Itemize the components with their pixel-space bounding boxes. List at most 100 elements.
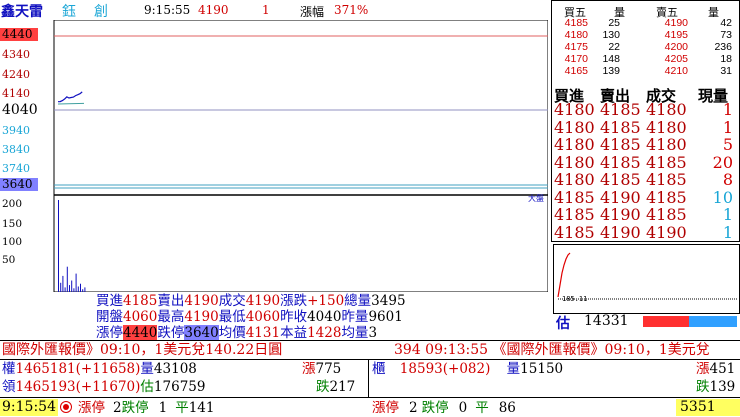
record-icon[interactable] xyxy=(60,401,72,413)
limit-stats-right: 漲停 2 跌停 0 平 86 xyxy=(372,400,516,416)
header-change-pct: 371% xyxy=(334,3,369,17)
trade-deal: 4185 xyxy=(646,170,687,189)
ticker-left: 國際外匯報價》09:10，1美元兌140.22日圓 xyxy=(2,342,283,358)
summary-value: 1428 xyxy=(307,325,342,341)
trade-bid: 4180 xyxy=(554,170,595,189)
summary-label: 開盤 xyxy=(96,309,123,325)
summary-value: 3495 xyxy=(371,293,406,309)
volume-bar xyxy=(71,280,73,292)
ob-bid-vol: 22 xyxy=(608,41,620,53)
trade-bid: 4180 xyxy=(554,135,595,154)
right-value-box: 5351 xyxy=(676,399,740,416)
lead-est-label: 估 xyxy=(140,379,154,395)
mini-index-chart[interactable]: 185.11 xyxy=(553,244,740,314)
volume-bar xyxy=(73,288,75,292)
summary-label: 成交 xyxy=(218,293,246,309)
board-label: 創 xyxy=(94,4,108,20)
lead-est: 176759 xyxy=(153,379,206,395)
volume-bar xyxy=(64,287,66,292)
volume-bar xyxy=(66,266,68,292)
trade-qty: 1 xyxy=(722,205,733,224)
trade-row: 4185 4190 4185 10 xyxy=(552,187,739,207)
limit-stats-left: 漲停 2跌停 1 平141 xyxy=(78,400,215,416)
price-line xyxy=(57,91,83,103)
taiex-vol: 43108 xyxy=(153,361,197,377)
trade-row: 4180 4185 4180 1 xyxy=(552,101,739,119)
summary-value: 4131 xyxy=(245,325,281,341)
summary-value: 4060 xyxy=(123,309,158,325)
tick-3940: 3940 xyxy=(2,124,30,137)
volume-bar xyxy=(69,285,70,292)
trade-deal: 4190 xyxy=(646,222,687,242)
taiex-vol-label: 量 xyxy=(140,361,154,377)
intraday-chart[interactable]: 4440 4340 4240 4140 4040 3940 3840 3740 … xyxy=(0,20,548,292)
summary-value: 4060 xyxy=(245,309,281,325)
volume-bar xyxy=(58,200,59,292)
summary-value: 4440 xyxy=(123,325,158,341)
volume-bar xyxy=(80,283,81,292)
trade-row: 4180 4185 4180 5 xyxy=(552,136,739,154)
tick-4340: 4340 xyxy=(2,48,30,61)
ob-bid-vol: 139 xyxy=(602,65,620,77)
summary-label: 跌停 xyxy=(157,325,185,341)
trade-deal: 4185 xyxy=(646,187,687,207)
taiex-change: (+11658) xyxy=(75,361,141,377)
summary-label: 本益 xyxy=(280,325,308,341)
summary-row-3: 漲停4440跌停3640均價4131本益1428均量3 xyxy=(96,325,377,341)
volume-bar xyxy=(75,273,77,292)
header-change-label: 漲幅 xyxy=(300,5,325,19)
otc-row: 櫃 18593(+082) 量15150 xyxy=(372,361,563,377)
stock-name[interactable]: 鑫天雷 xyxy=(1,1,43,21)
summary-value: 9601 xyxy=(368,309,403,325)
summary-label: 均量 xyxy=(341,325,369,341)
mini-chart-label: 185.11 xyxy=(562,295,588,303)
lead-change: (+11670) xyxy=(75,379,141,395)
estimate-label: 估 xyxy=(556,316,570,332)
summary-row-2: 開盤4060最高4190最低4060昨收4040昨量9601 xyxy=(96,309,403,325)
trade-deal: 4180 xyxy=(646,135,687,154)
ob-ask-price: 4200 xyxy=(664,41,688,53)
trade-qty: 20 xyxy=(712,152,733,172)
trade-ask: 4185 xyxy=(600,117,641,137)
header-price: 4190 xyxy=(198,3,229,17)
summary-label: 昨收 xyxy=(280,309,308,325)
trade-ask: 4190 xyxy=(600,187,641,207)
otc-up: 漲451 xyxy=(696,361,736,377)
summary-value: 4040 xyxy=(307,309,342,325)
summary-value: 4185 xyxy=(123,293,158,309)
summary-value: 4190 xyxy=(245,293,281,309)
ob-bid-vol: 148 xyxy=(602,53,620,65)
trade-deal: 4185 xyxy=(646,152,687,172)
summary-label: 總量 xyxy=(344,293,372,309)
otc-change: (+082) xyxy=(442,361,491,377)
volume-bars xyxy=(58,200,86,292)
order-book-panel: 買五 量 賣五 量 4185 25 4190 42 4180 130 4195 73 4175 2… xyxy=(551,0,740,242)
status-bar: 9:15:54 漲停 2跌停 1 平141 漲停 2 跌停 0 平 86 5351 xyxy=(0,397,740,417)
taiex-up: 漲775 xyxy=(302,361,342,377)
ob-ask-price: 4195 xyxy=(664,29,688,41)
summary-row-1: 買進4185賣出4190成交4190漲跌+150總量3495 xyxy=(96,293,406,309)
trade-qty: 10 xyxy=(712,187,733,207)
trade-row: 4180 4185 4185 20 xyxy=(552,152,739,172)
ob-ask-vol: 42 xyxy=(720,17,732,29)
trade-qty: 1 xyxy=(722,117,733,137)
summary-label: 最低 xyxy=(218,309,246,325)
summary-value: +150 xyxy=(307,293,345,309)
news-ticker[interactable]: 國際外匯報價》09:10，1美元兌140.22日圓 394 09:13:55 《… xyxy=(0,340,740,360)
market-row-1: 權1465181(+11658)量43108 xyxy=(2,361,197,377)
ob-ask-vol: 18 xyxy=(720,53,732,65)
trade-deal: 4185 xyxy=(646,205,687,224)
ob-ask-vol: 236 xyxy=(714,41,732,53)
summary-value: 3640 xyxy=(184,325,219,341)
volume-bar xyxy=(60,282,62,292)
trade-row: 4180 4185 4185 8 xyxy=(552,171,739,189)
volume-bar xyxy=(62,275,64,292)
taiex-label: 權 xyxy=(2,361,16,377)
trade-ask: 4190 xyxy=(600,205,641,224)
estimate-bar-blue xyxy=(689,316,737,327)
volume-bar xyxy=(84,287,86,292)
tick-3740: 3740 xyxy=(2,162,30,175)
quote-header: 鑫天雷 鈺 創 9:15:55 4190 1 漲幅 371% xyxy=(0,0,548,20)
lead-value: 1465193 xyxy=(15,379,76,395)
otc-vol-label: 量 xyxy=(506,361,521,377)
